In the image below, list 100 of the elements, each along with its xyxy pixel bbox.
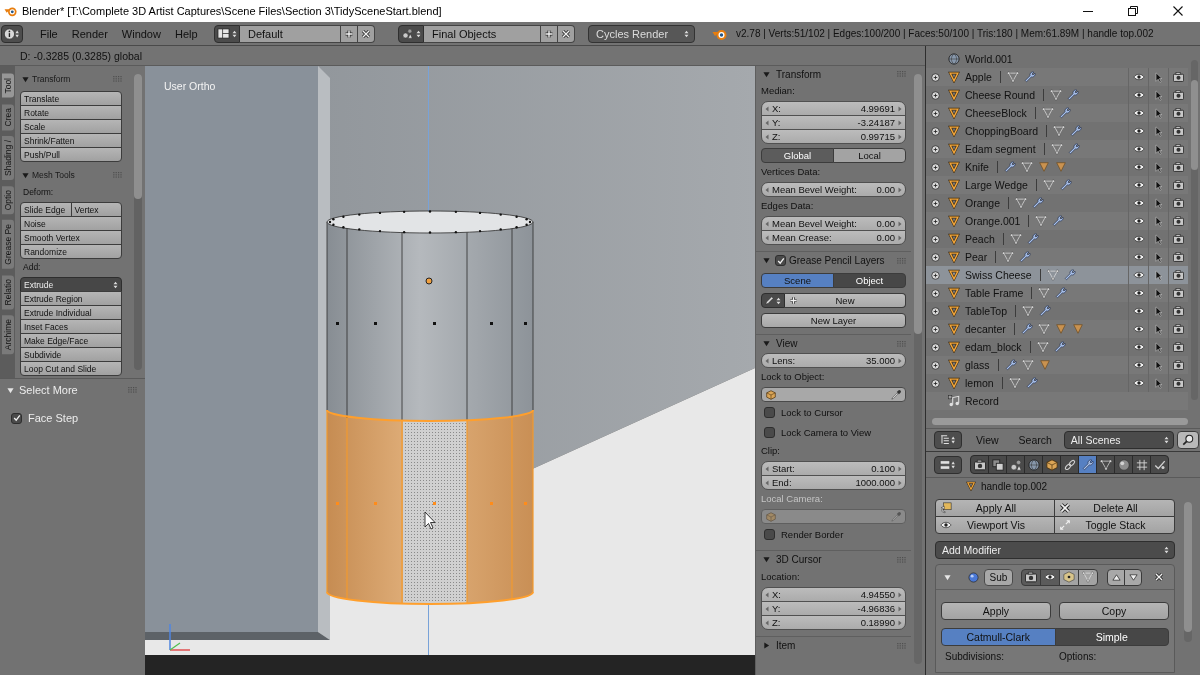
panel-header[interactable]: Select More bbox=[5, 380, 137, 400]
panel-header[interactable]: Mesh Tools bbox=[20, 166, 122, 184]
checkbox[interactable] bbox=[11, 412, 22, 424]
remove-button[interactable] bbox=[558, 24, 575, 43]
toolshelf-tab[interactable]: Relatio bbox=[1, 274, 14, 310]
tool-button[interactable]: Push/Pull bbox=[20, 147, 122, 162]
toggle-button[interactable] bbox=[1059, 568, 1079, 586]
menu-item[interactable]: File bbox=[33, 24, 65, 43]
add-button[interactable] bbox=[341, 24, 358, 43]
panel-header[interactable]: Item bbox=[756, 636, 911, 654]
outliner-row[interactable]: Orange.001 bbox=[926, 212, 1188, 230]
new-button[interactable]: New bbox=[785, 293, 906, 308]
number-field[interactable]: Z: 0.99715 bbox=[761, 129, 906, 144]
toolshelf-tab[interactable]: Shading / bbox=[1, 136, 14, 180]
outliner-row[interactable]: CheeseBlock bbox=[926, 104, 1188, 122]
radio-button[interactable]: Catmull-Clark bbox=[941, 628, 1056, 646]
number-field[interactable]: Z: 0.18990 bbox=[761, 615, 906, 630]
toggle-button[interactable] bbox=[1021, 568, 1041, 586]
object-field[interactable] bbox=[761, 387, 906, 402]
search-button[interactable] bbox=[1176, 431, 1199, 449]
scrollbar-thumb[interactable] bbox=[1190, 80, 1198, 170]
menu-item[interactable]: View bbox=[976, 431, 999, 449]
mesh-triangle-icon bbox=[1037, 323, 1050, 335]
outliner-row[interactable]: Pear bbox=[926, 248, 1188, 266]
number-field[interactable]: Lens: 35.000 bbox=[761, 353, 906, 368]
tool-button[interactable]: Loop Cut and Slide bbox=[20, 361, 122, 376]
new-layer-button[interactable]: New Layer bbox=[761, 313, 906, 328]
number-field[interactable]: End: 1000.000 bbox=[761, 475, 906, 490]
menu-item[interactable]: Render bbox=[64, 24, 115, 43]
scrollbar-thumb[interactable] bbox=[914, 74, 922, 334]
scene-button[interactable] bbox=[398, 24, 424, 43]
camera-icon bbox=[1173, 126, 1184, 136]
outliner-row[interactable]: Record bbox=[926, 392, 1188, 410]
toggle-button[interactable] bbox=[1040, 568, 1060, 586]
remove-button[interactable] bbox=[358, 24, 375, 43]
number-field[interactable]: Mean Crease: 0.00 bbox=[761, 230, 906, 245]
outliner-row[interactable]: decanter bbox=[926, 320, 1188, 338]
checkbox[interactable] bbox=[764, 528, 775, 540]
modifier-name-field[interactable]: Sub bbox=[984, 568, 1013, 586]
object-name: Swiss Cheese bbox=[965, 269, 1032, 281]
outliner-row[interactable]: Table Frame bbox=[926, 284, 1188, 302]
display-filter-dropdown[interactable]: All Scenes bbox=[1063, 431, 1174, 449]
editor-type-button[interactable] bbox=[934, 455, 962, 474]
outliner-row[interactable]: World.001 bbox=[926, 50, 1188, 68]
toolshelf-tab[interactable]: Tool bbox=[1, 74, 14, 98]
panel-header[interactable]: 3D Cursor bbox=[756, 550, 911, 568]
scrollbar-thumb[interactable] bbox=[932, 417, 1188, 425]
screen-layout-field[interactable]: Default bbox=[240, 24, 341, 43]
add-modifier-dropdown[interactable]: Add Modifier bbox=[935, 541, 1175, 559]
toggle-button[interactable]: Local bbox=[833, 148, 906, 163]
mesh-triangle-icon bbox=[1020, 161, 1033, 173]
remove-modifier-button[interactable] bbox=[1154, 572, 1164, 582]
toolshelf-tab[interactable]: Grease Pe bbox=[1, 220, 14, 269]
context-tab[interactable] bbox=[1150, 455, 1169, 474]
panel-header[interactable]: Transform bbox=[20, 70, 122, 88]
menu-item[interactable]: Help bbox=[167, 24, 205, 43]
modifier-action-button[interactable]: Apply All bbox=[935, 499, 1055, 517]
editor-type-button[interactable] bbox=[1, 24, 23, 43]
add-button[interactable] bbox=[541, 24, 558, 43]
screen-layout-button[interactable] bbox=[214, 24, 240, 43]
number-field[interactable]: Mean Bevel Weight: 0.00 bbox=[761, 182, 906, 197]
checkbox[interactable] bbox=[775, 255, 786, 266]
checkbox[interactable] bbox=[764, 406, 775, 418]
context-tab[interactable] bbox=[1132, 455, 1151, 474]
modifier-button[interactable]: Copy bbox=[1059, 602, 1169, 620]
outliner-row[interactable]: Apple bbox=[926, 68, 1188, 86]
editor-type-button[interactable] bbox=[934, 431, 962, 449]
toggle-button[interactable]: Scene bbox=[761, 273, 834, 288]
wrench-icon bbox=[1081, 458, 1094, 471]
move-up-button[interactable] bbox=[1107, 568, 1125, 586]
radio-button[interactable]: Simple bbox=[1054, 628, 1169, 646]
outliner-row[interactable]: Swiss Cheese bbox=[926, 266, 1188, 284]
panel-header[interactable]: Grease Pencil Layers bbox=[756, 251, 911, 269]
toolshelf-tab[interactable]: Optio bbox=[1, 185, 14, 215]
toggle-button[interactable] bbox=[1078, 568, 1098, 586]
render-engine-dropdown[interactable]: Cycles Render bbox=[588, 24, 695, 43]
menu-item[interactable]: Window bbox=[114, 24, 168, 43]
expand-icon bbox=[931, 378, 940, 388]
panel-header[interactable]: View bbox=[756, 334, 911, 352]
checkbox[interactable] bbox=[764, 426, 775, 438]
panel-header[interactable]: Transform bbox=[756, 66, 911, 82]
tool-button[interactable]: Randomize bbox=[20, 244, 122, 259]
mesh-triangle-icon bbox=[1015, 197, 1028, 209]
pencil-dropdown[interactable] bbox=[761, 293, 785, 308]
menu-item[interactable]: Search bbox=[1018, 431, 1052, 449]
modifier-action-button[interactable]: Toggle Stack bbox=[1054, 516, 1175, 534]
outliner-row[interactable]: glass bbox=[926, 356, 1188, 374]
toolshelf-tab[interactable]: Archime bbox=[1, 315, 14, 355]
modifier-action-button[interactable]: Delete All bbox=[1054, 499, 1175, 517]
modifier-action-button[interactable]: Viewport Vis bbox=[935, 516, 1055, 534]
toggle-button[interactable]: Object bbox=[833, 273, 906, 288]
modifier-button[interactable]: Apply bbox=[941, 602, 1051, 620]
scene-field[interactable]: Final Objects bbox=[424, 24, 541, 43]
move-down-button[interactable] bbox=[1124, 568, 1142, 586]
outliner-row[interactable]: Large Wedge bbox=[926, 176, 1188, 194]
toggle-button[interactable]: Global bbox=[761, 148, 834, 163]
scrollbar-thumb[interactable] bbox=[134, 74, 142, 199]
outliner-row[interactable]: Edam segment bbox=[926, 140, 1188, 158]
object-triangle-icon bbox=[948, 341, 960, 353]
toolshelf-tab[interactable]: Crea bbox=[1, 103, 14, 131]
